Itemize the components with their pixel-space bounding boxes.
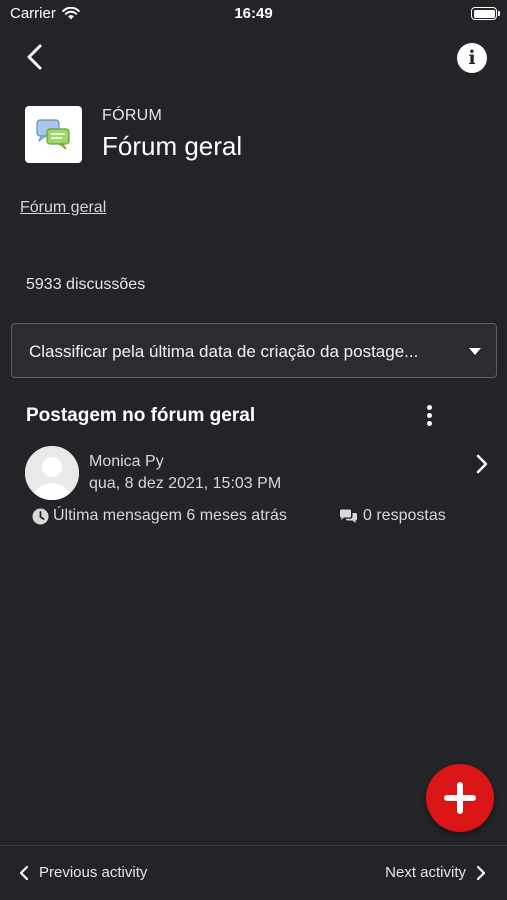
page-title: Fórum geral: [102, 131, 243, 161]
previous-activity-label: Previous activity: [39, 864, 148, 881]
breadcrumb-link[interactable]: Fórum geral: [20, 199, 106, 217]
add-discussion-button[interactable]: [426, 764, 494, 832]
sort-select-value: Classificar pela última data de criação …: [29, 342, 419, 361]
info-icon: i: [468, 47, 476, 69]
post-author: Monica Py: [89, 453, 164, 470]
previous-activity-button[interactable]: Previous activity: [18, 864, 147, 881]
forum-module-icon: [25, 106, 82, 163]
caret-down-icon: [469, 348, 481, 355]
status-time: 16:49: [234, 5, 273, 22]
next-activity-label: Next activity: [385, 864, 466, 881]
info-button[interactable]: i: [457, 43, 487, 73]
discussion-title[interactable]: Postagem no fórum geral: [26, 405, 255, 427]
chevron-right-icon: [476, 865, 486, 880]
status-bar: Carrier 16:49: [0, 0, 507, 28]
last-message-info: Última mensagem 6 meses atrás: [32, 507, 287, 525]
activity-navigation: Previous activity Next activity: [0, 845, 507, 900]
chevron-right-icon: [476, 454, 488, 474]
chevron-left-icon: [27, 44, 42, 70]
plus-icon: [444, 782, 476, 814]
discussion-options-button[interactable]: [420, 402, 440, 430]
more-vertical-icon: [427, 405, 432, 410]
chevron-left-icon: [19, 865, 29, 880]
comments-icon: [340, 509, 357, 523]
sort-select[interactable]: Classificar pela última data de criação …: [11, 323, 497, 378]
replies-info: 0 respostas: [339, 507, 446, 525]
module-type-label: FÓRUM: [102, 107, 163, 124]
battery-icon: [471, 7, 500, 20]
last-message-text: Última mensagem 6 meses atrás: [53, 507, 287, 524]
back-button[interactable]: [20, 42, 50, 72]
clock-icon: [32, 508, 49, 524]
avatar: [25, 446, 79, 500]
open-discussion-button[interactable]: [473, 453, 491, 475]
discussion-count: 5933 discussões: [26, 276, 146, 293]
post-date: qua, 8 dez 2021, 15:03 PM: [89, 475, 282, 492]
next-activity-button[interactable]: Next activity: [385, 864, 487, 881]
replies-count: 0 respostas: [363, 507, 446, 524]
